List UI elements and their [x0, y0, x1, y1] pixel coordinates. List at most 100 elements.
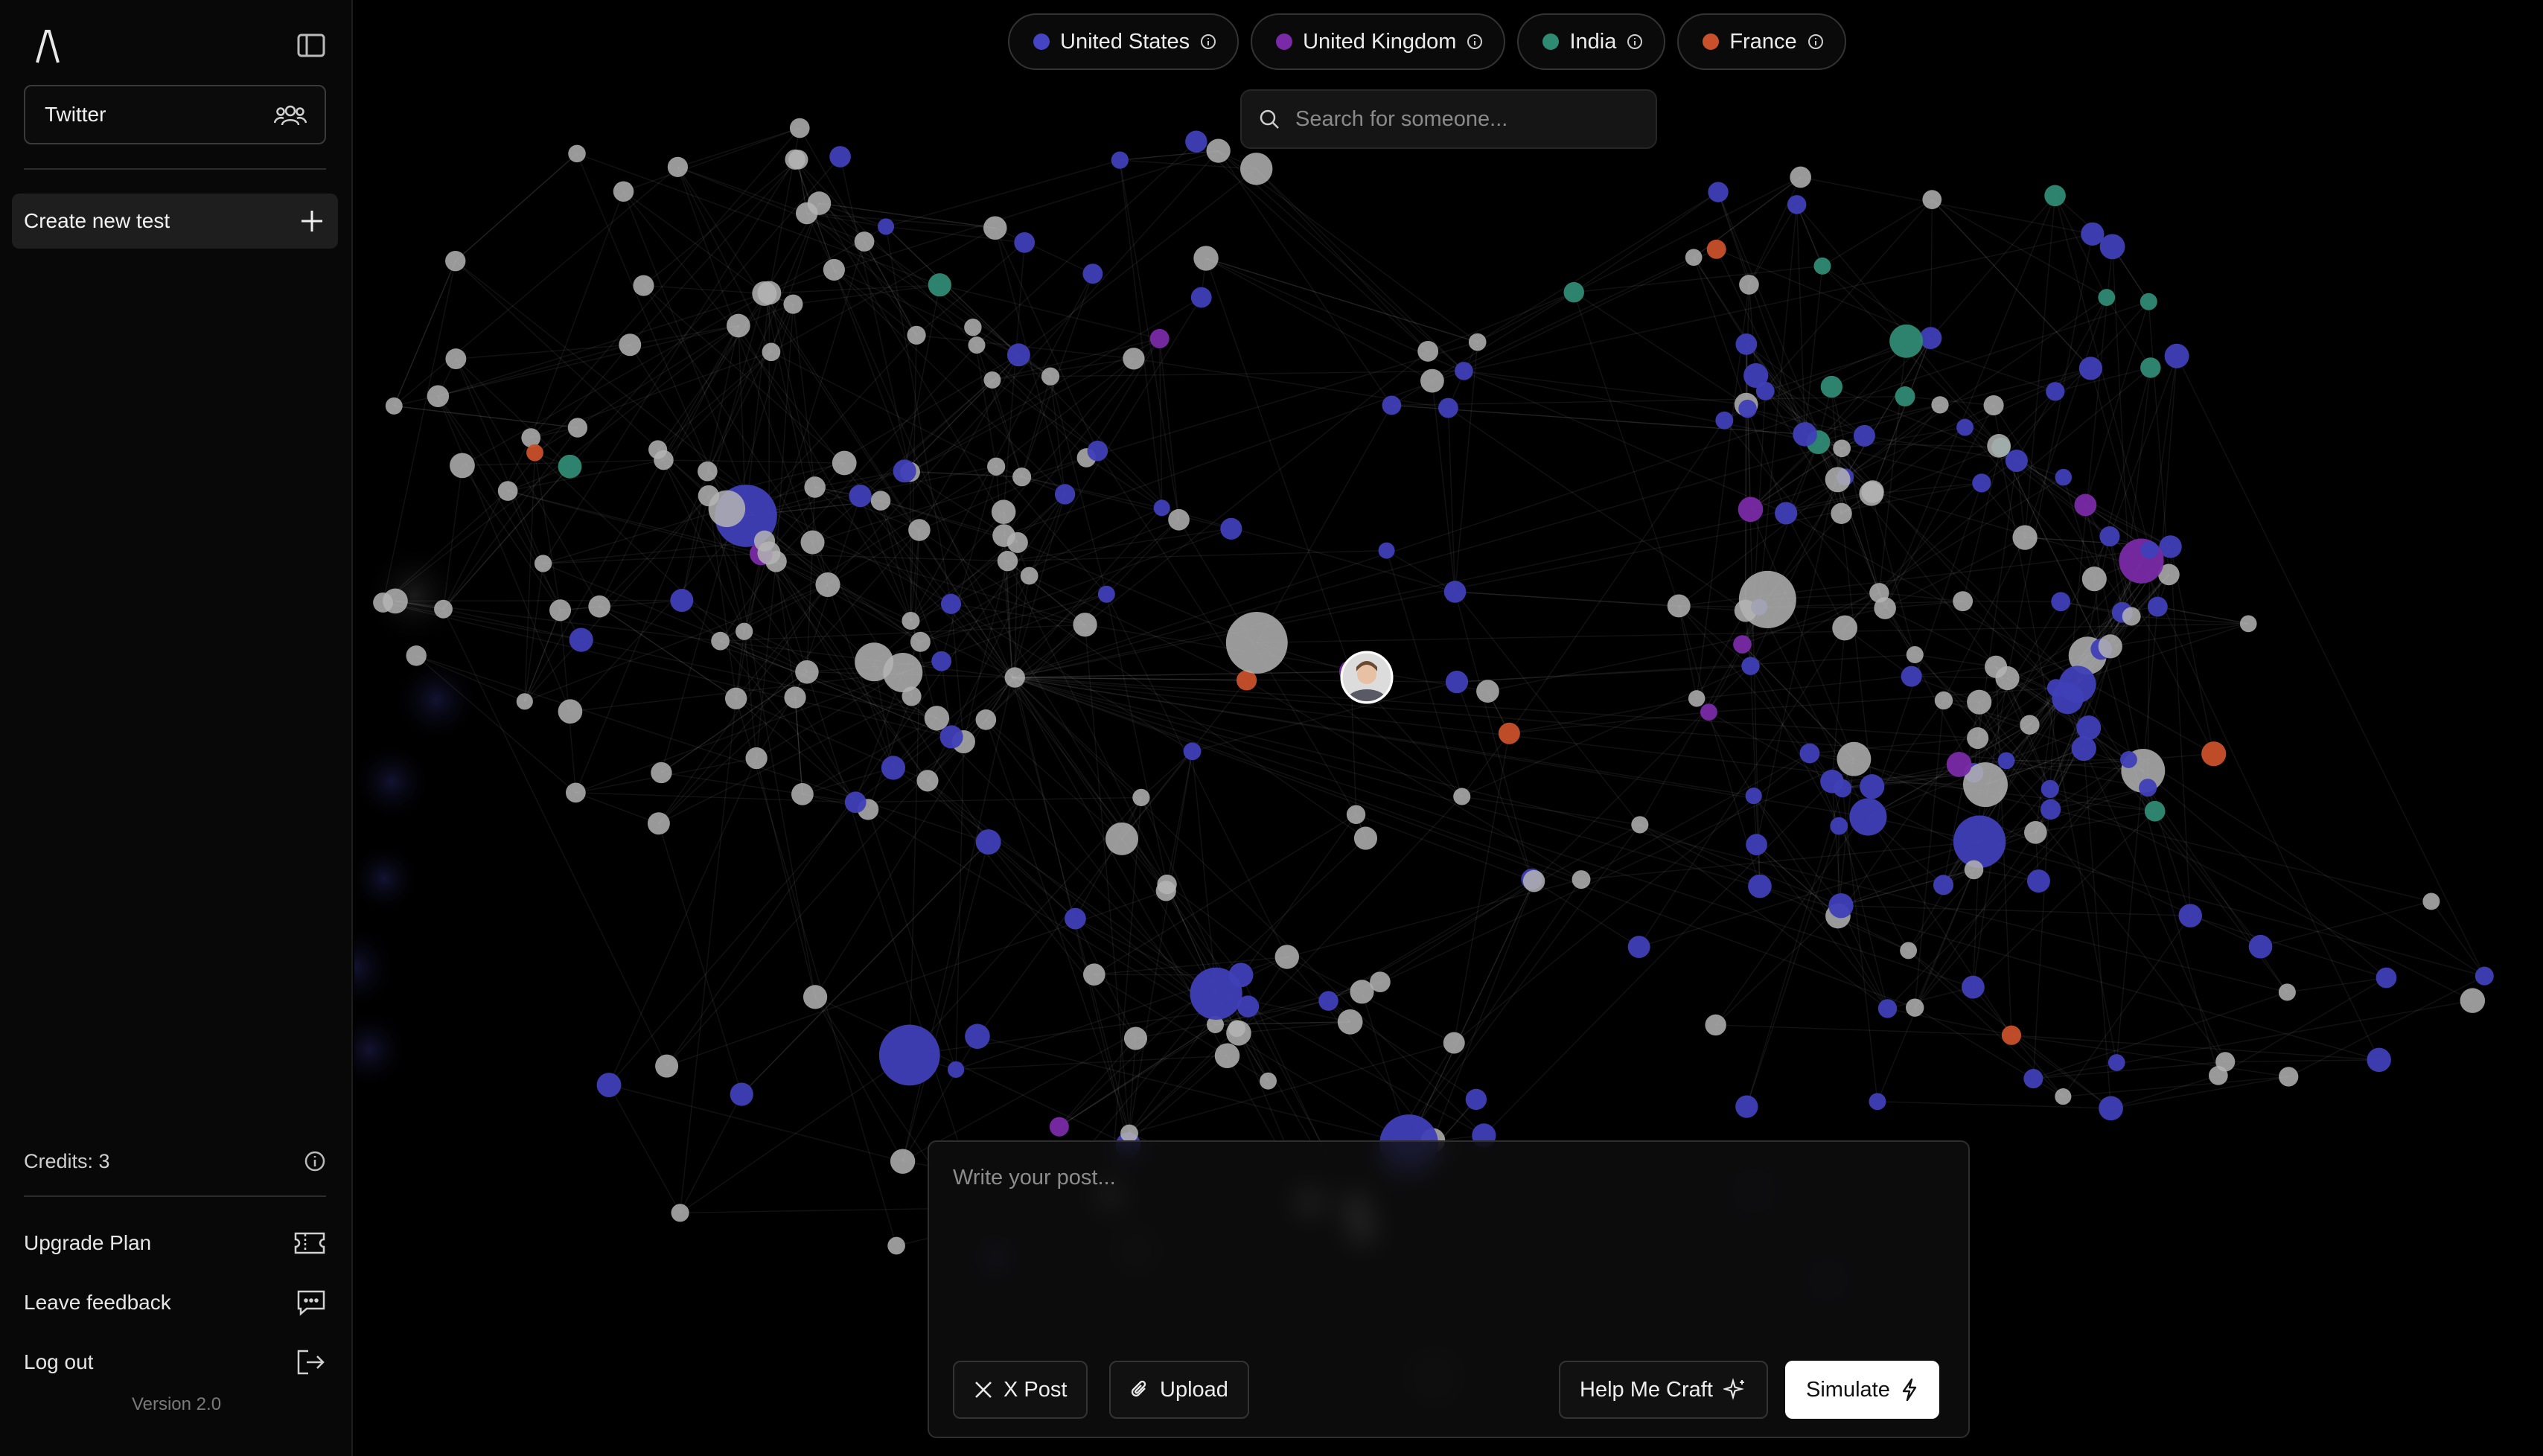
graph-node[interactable] — [1748, 874, 1772, 898]
graph-node[interactable] — [1972, 473, 1991, 493]
graph-node[interactable] — [1931, 396, 1949, 414]
graph-node[interactable] — [1859, 481, 1884, 506]
graph-node[interactable] — [784, 686, 806, 709]
graph-node[interactable] — [1020, 566, 1038, 585]
workspace-selector[interactable]: Twitter — [24, 85, 326, 144]
graph-node[interactable] — [745, 747, 768, 770]
graph-node[interactable] — [2098, 634, 2122, 659]
graph-node[interactable] — [1123, 348, 1145, 370]
graph-node[interactable] — [667, 156, 689, 177]
graph-node[interactable] — [2208, 1066, 2228, 1085]
graph-node[interactable] — [855, 642, 894, 682]
graph-node[interactable] — [1820, 375, 1843, 398]
graph-node[interactable] — [2122, 607, 2141, 626]
graph-node[interactable] — [1700, 703, 1717, 721]
graph-node[interactable] — [1828, 893, 1854, 919]
graph-node[interactable] — [832, 450, 857, 476]
graph-node[interactable] — [1832, 615, 1858, 641]
graph-node[interactable] — [1919, 327, 1942, 349]
graph-node[interactable] — [671, 1204, 689, 1222]
graph-node[interactable] — [2147, 596, 2168, 617]
log-out-button[interactable]: Log out — [24, 1344, 326, 1381]
graph-node[interactable] — [924, 706, 950, 731]
graph-node[interactable] — [791, 782, 814, 805]
graph-node[interactable] — [2099, 526, 2120, 547]
graph-node[interactable] — [2001, 1025, 2022, 1045]
graph-node[interactable] — [877, 218, 895, 235]
graph-node[interactable] — [1708, 182, 1729, 202]
graph-node[interactable] — [1220, 517, 1242, 540]
graph-node[interactable] — [1889, 324, 1924, 358]
post-textarea[interactable] — [951, 1164, 1944, 1316]
graph-node[interactable] — [803, 985, 828, 1009]
graph-node[interactable] — [2139, 779, 2157, 797]
graph-node[interactable] — [1833, 439, 1851, 458]
graph-node[interactable] — [1132, 788, 1150, 807]
graph-node[interactable] — [1853, 424, 1875, 447]
graph-node[interactable] — [1715, 411, 1734, 430]
graph-node[interactable] — [1775, 502, 1798, 525]
graph-node[interactable] — [2026, 869, 2050, 893]
graph-node[interactable] — [2140, 293, 2157, 310]
graph-node[interactable] — [445, 348, 467, 370]
graph-node[interactable] — [1206, 138, 1231, 163]
graph-node[interactable] — [1787, 195, 1807, 214]
graph-node[interactable] — [708, 490, 746, 528]
graph-node[interactable] — [1260, 1072, 1277, 1090]
graph-node[interactable] — [2140, 540, 2159, 559]
graph-node[interactable] — [373, 593, 394, 613]
graph-node[interactable] — [1967, 727, 1989, 750]
graph-node[interactable] — [1743, 363, 1769, 389]
graph-node[interactable] — [1983, 395, 2004, 416]
graph-node[interactable] — [789, 118, 810, 138]
graph-node[interactable] — [1337, 1009, 1363, 1035]
graph-node[interactable] — [991, 499, 1016, 524]
graph-node[interactable] — [1006, 343, 1030, 367]
graph-node[interactable] — [2023, 1069, 2043, 1089]
graph-node[interactable] — [1563, 281, 1584, 303]
graph-node[interactable] — [1476, 680, 1499, 703]
graph-node[interactable] — [916, 770, 939, 792]
graph-node[interactable] — [804, 476, 826, 498]
graph-node[interactable] — [2376, 967, 2397, 989]
graph-node[interactable] — [1014, 232, 1036, 253]
x-post-button[interactable]: X Post — [953, 1361, 1088, 1419]
graph-node[interactable] — [1370, 971, 1391, 993]
lambda-logo-icon[interactable] — [33, 28, 63, 64]
graph-node[interactable] — [2040, 799, 2061, 820]
graph-node[interactable] — [1869, 583, 1889, 603]
graph-node[interactable] — [2041, 779, 2059, 799]
graph-node[interactable] — [849, 484, 872, 508]
graph-node[interactable] — [1087, 440, 1108, 462]
graph-node[interactable] — [2055, 1088, 2072, 1105]
graph-node[interactable] — [1318, 991, 1338, 1011]
graph-node[interactable] — [406, 645, 427, 666]
graph-node[interactable] — [521, 428, 541, 447]
graph-node[interactable] — [1120, 1124, 1138, 1143]
graph-node[interactable] — [1906, 645, 1924, 664]
graph-node[interactable] — [2475, 966, 2494, 986]
graph-node[interactable] — [2164, 343, 2189, 368]
graph-node[interactable] — [968, 336, 986, 354]
graph-node[interactable] — [558, 454, 582, 479]
graph-node[interactable] — [908, 519, 931, 541]
graph-node[interactable] — [633, 275, 654, 296]
graph-node[interactable] — [450, 453, 475, 479]
graph-node[interactable] — [1733, 635, 1752, 654]
graph-node[interactable] — [651, 761, 672, 784]
graph-node[interactable] — [1237, 995, 1260, 1018]
graph-node[interactable] — [2239, 615, 2257, 633]
graph-node[interactable] — [526, 444, 543, 462]
graph-node[interactable] — [1922, 190, 1942, 210]
graph-node[interactable] — [2120, 751, 2137, 768]
graph-node[interactable] — [1153, 499, 1170, 517]
graph-node[interactable] — [730, 1082, 753, 1106]
graph-node[interactable] — [727, 313, 750, 338]
graph-node[interactable] — [2140, 357, 2161, 378]
graph-node[interactable] — [1004, 667, 1025, 688]
graph-node[interactable] — [497, 481, 518, 501]
graph-node[interactable] — [1953, 591, 1974, 612]
graph-node[interactable] — [1041, 367, 1060, 386]
graph-node[interactable] — [1193, 246, 1219, 271]
legend-chip-india[interactable]: India — [1517, 13, 1666, 70]
